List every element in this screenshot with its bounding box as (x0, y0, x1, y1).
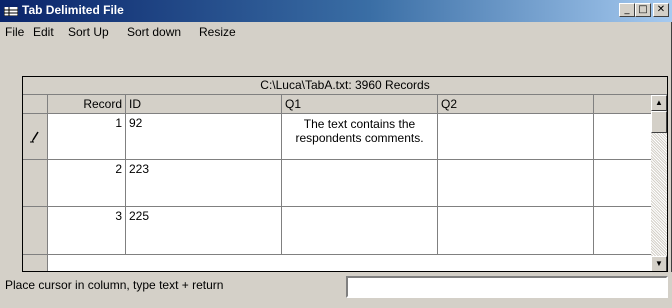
cell-record[interactable]: 1 (48, 114, 126, 160)
close-button[interactable]: ✕ (653, 3, 669, 17)
cell-record[interactable]: 3 (48, 207, 126, 255)
column-header-q2[interactable]: Q2 (438, 95, 594, 114)
status-hint: Place cursor in column, type text + retu… (5, 278, 224, 292)
grid-app-icon (3, 3, 19, 17)
menu-resize[interactable]: Resize (199, 25, 236, 39)
cell-id[interactable]: 225 (126, 207, 282, 255)
partial-row (48, 255, 651, 271)
column-header-id[interactable]: ID (126, 95, 282, 114)
column-header-q1[interactable]: Q1 (282, 95, 438, 114)
scroll-up-icon[interactable]: ▲ (651, 95, 667, 111)
cell-q2[interactable] (438, 207, 594, 255)
row-selector[interactable] (23, 207, 48, 255)
cell-q1[interactable]: The text contains the respondents commen… (282, 114, 438, 160)
cell-id[interactable]: 92 (126, 114, 282, 160)
cell-filler (594, 207, 651, 255)
maximize-button[interactable]: □ (635, 3, 651, 17)
cell-record[interactable]: 2 (48, 160, 126, 207)
menu-bar: File Edit Sort Up Sort down Resize (0, 22, 672, 42)
window-title: Tab Delimited File (22, 3, 124, 17)
pencil-icon (30, 131, 40, 146)
cell-filler (594, 160, 651, 207)
grid-caption: C:\Luca\TabA.txt: 3960 Records (23, 77, 667, 95)
title-bar[interactable]: Tab Delimited File _ □ ✕ (0, 0, 672, 22)
scroll-down-icon[interactable]: ▼ (651, 256, 667, 271)
column-header-record[interactable]: Record (48, 95, 126, 114)
column-header-filler (594, 95, 651, 114)
row-selector[interactable] (23, 255, 48, 271)
minimize-button[interactable]: _ (619, 3, 635, 17)
cell-q2[interactable] (438, 114, 594, 160)
app-window: Tab Delimited File _ □ ✕ File Edit Sort … (0, 0, 672, 308)
corner-header[interactable] (23, 95, 48, 114)
row-selector[interactable] (23, 114, 48, 160)
scroll-thumb[interactable] (651, 111, 667, 133)
row-selector[interactable] (23, 160, 48, 207)
cell-q1[interactable] (282, 207, 438, 255)
cell-q1[interactable] (282, 160, 438, 207)
menu-file[interactable]: File (5, 25, 24, 39)
cell-q2[interactable] (438, 160, 594, 207)
command-input[interactable] (346, 276, 668, 298)
menu-edit[interactable]: Edit (33, 25, 54, 39)
menu-sort-down[interactable]: Sort down (127, 25, 181, 39)
vertical-scrollbar[interactable]: ▲ ▼ (651, 95, 667, 271)
data-grid[interactable]: C:\Luca\TabA.txt: 3960 Records Record ID… (22, 76, 668, 272)
cell-id[interactable]: 223 (126, 160, 282, 207)
cell-filler (594, 114, 651, 160)
status-bar: Place cursor in column, type text + retu… (0, 272, 672, 308)
menu-sort-up[interactable]: Sort Up (68, 25, 109, 39)
